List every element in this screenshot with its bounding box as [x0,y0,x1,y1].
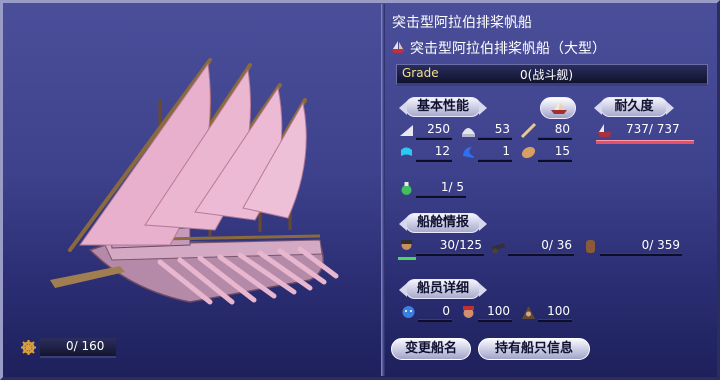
potion-icon [401,182,412,195]
sail-icon [400,125,413,136]
armor-icon [462,128,475,137]
cannon-icon [491,243,506,254]
sailor-icon [401,240,412,250]
crew-a-value: 0 [442,304,450,318]
cargo-icon [521,146,536,159]
sailors-stat: 30/125 [416,238,484,256]
turn-value: 12 [434,144,450,158]
durability-value: 737/ 737 [626,122,680,136]
ship-info-window: 突击型阿拉伯排桨帆船 突击型阿拉伯排桨帆船（大型） Grade 0(战斗舰) 基… [0,0,720,380]
cannons-stat: 0/ 36 [508,238,574,256]
durability-header: 耐久度 [594,97,674,117]
sailors-bar [398,257,416,260]
capacity-value: 0/ 160 [66,339,105,353]
oar-stat: 80 [538,122,572,140]
wave-icon [463,147,474,158]
armor-stat: 53 [478,122,512,140]
crew-hooded-icon [522,306,535,319]
grade-value: 0(战斗舰) [520,68,573,82]
ship-illustration [50,58,339,305]
crew-c-value: 100 [547,304,570,318]
turn-stat: 12 [416,144,452,162]
crew-warrior-icon [463,306,474,318]
crew-b-value: 100 [487,304,510,318]
special-slot-stat: 1/ 5 [416,180,466,198]
wave-value: 1 [502,144,510,158]
cannons-value: 0/ 36 [541,238,572,252]
wave-stat: 1 [478,144,512,162]
hold-value: 0/ 359 [641,238,680,252]
panel-divider [381,4,385,376]
ship-view-button[interactable] [540,97,576,119]
cargo-stat: 15 [538,144,572,162]
crew-detail-header: 船员详细 [399,279,487,299]
barrel-icon [586,240,595,253]
grade-label: Grade [402,66,439,80]
ship-wheel-icon [21,340,36,355]
ship-icon [551,102,567,114]
crew-blue-icon [402,306,415,318]
ship-icon [597,124,612,137]
ship-type-title: 突击型阿拉伯排桨帆船 [392,15,532,31]
hold-stat: 0/ 359 [600,238,682,256]
oar-value: 80 [554,122,570,136]
armor-value: 53 [494,122,510,136]
owned-ships-info-button[interactable]: 持有船只信息 [478,338,590,360]
durability-bar [596,140,694,144]
cabin-info-header: 船舱情报 [399,213,487,233]
sailors-value: 30/125 [439,238,482,252]
oar-icon [520,122,537,139]
turn-icon [401,147,412,156]
basic-performance-header: 基本性能 [399,97,487,117]
sail-value: 250 [427,122,450,136]
cargo-value: 15 [554,144,570,158]
crew-b-stat: 100 [478,304,512,322]
ship-full-name: 突击型阿拉伯排桨帆船（大型） [410,41,606,57]
rename-ship-button[interactable]: 变更船名 [391,338,471,360]
sail-stat: 250 [416,122,452,140]
crew-a-stat: 0 [418,304,452,322]
crew-c-stat: 100 [538,304,572,322]
ship-icon [391,41,405,53]
special-slot-value: 1/ 5 [440,180,464,194]
